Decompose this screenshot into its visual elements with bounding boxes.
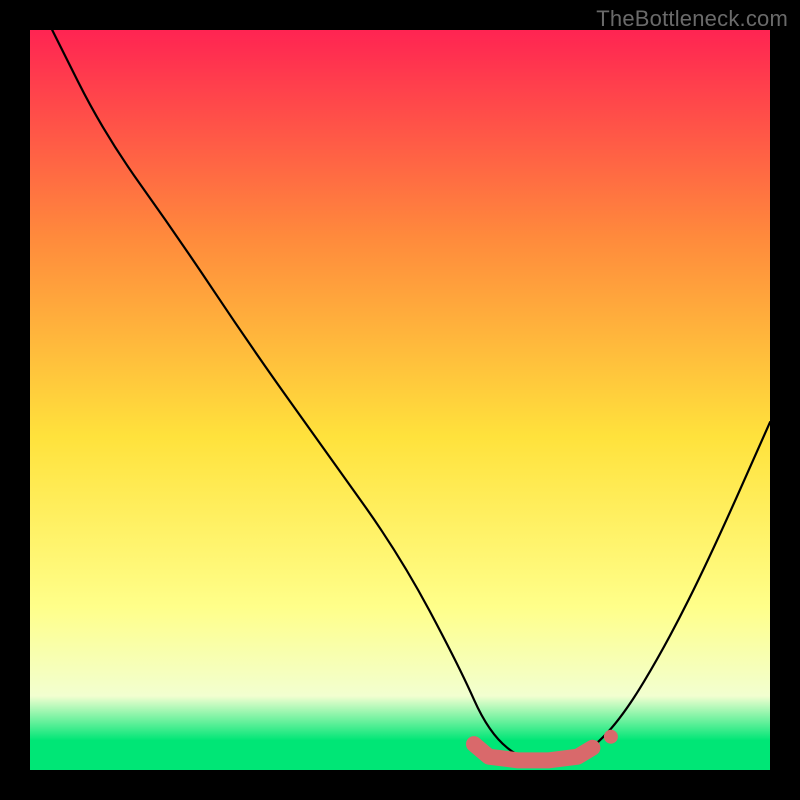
watermark-text: TheBottleneck.com bbox=[596, 6, 788, 32]
plot-area bbox=[30, 30, 770, 770]
optimal-point-dot bbox=[604, 730, 618, 744]
chart-svg bbox=[30, 30, 770, 770]
chart-frame: TheBottleneck.com bbox=[0, 0, 800, 800]
gradient-background bbox=[30, 30, 770, 770]
